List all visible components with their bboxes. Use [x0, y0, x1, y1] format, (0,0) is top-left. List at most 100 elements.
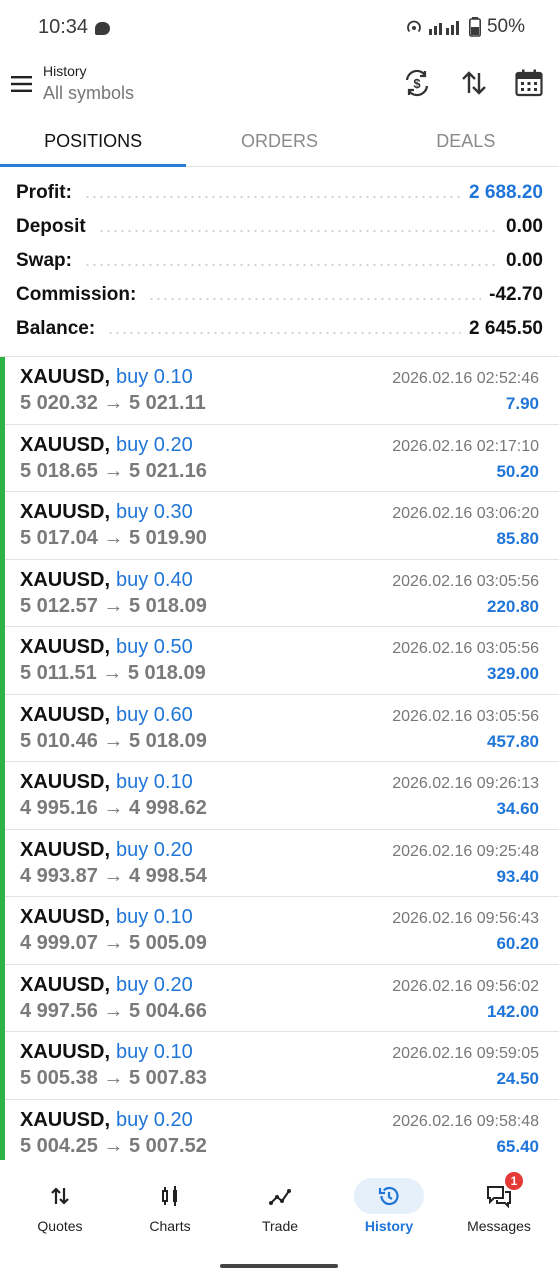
bottom-navigation: Quotes Charts Trade History 1 Messages: [0, 1160, 559, 1280]
position-prices: 5 010.46 → 5 018.09: [20, 729, 207, 752]
buy-indicator-bar: [0, 762, 5, 830]
position-row[interactable]: XAUUSD, buy 0.20 4 993.87 → 4 998.54 2026.0…: [0, 829, 559, 897]
position-symbol: XAUUSD,: [20, 366, 111, 388]
position-profit: 7.90: [505, 394, 539, 413]
status-bar: 10:34 50%: [0, 0, 559, 56]
positions-list: XAUUSD, buy 0.10 5 020.32 → 5 021.11 2026.0…: [0, 357, 559, 1167]
nav-label: Charts: [149, 1218, 191, 1234]
summary-swap-row: Swap: 0.00: [0, 244, 559, 278]
balance-value: 2 645.50: [469, 318, 543, 339]
summary-label: Commission:: [16, 284, 141, 306]
buy-indicator-bar: [0, 492, 5, 560]
hotspot-icon: [407, 20, 421, 33]
calendar-icon[interactable]: [514, 68, 544, 98]
position-time: 2026.02.16 02:52:46: [392, 370, 539, 387]
position-time: 2026.02.16 02:17:10: [392, 437, 539, 455]
app-header: History All symbols $: [0, 56, 559, 114]
position-row[interactable]: XAUUSD, buy 0.10 5 020.32 → 5 021.11 2026.0…: [0, 357, 559, 425]
dotted-leader: [107, 332, 462, 334]
position-row[interactable]: XAUUSD, buy 0.20 5 004.25 → 5 007.52 2026.0…: [0, 1099, 559, 1167]
position-profit: 34.60: [496, 799, 539, 818]
position-row[interactable]: XAUUSD, buy 0.50 5 011.51 → 5 018.09 2026.0…: [0, 627, 559, 695]
position-time: 2026.02.16 03:05:56: [392, 707, 539, 725]
position-prices: 4 995.16 → 4 998.62: [20, 797, 207, 819]
dotted-leader: [83, 196, 462, 198]
position-prices: 5 018.65 → 5 021.16: [20, 459, 207, 482]
nav-label: History: [364, 1218, 414, 1234]
position-prices: 5 012.57 → 5 018.09: [20, 594, 207, 617]
buy-indicator-bar: [0, 964, 5, 1032]
nav-icon-container: [25, 1178, 95, 1214]
nav-label: Quotes: [37, 1218, 83, 1234]
position-symbol: XAUUSD,: [20, 703, 111, 726]
buy-indicator-bar: [0, 829, 5, 897]
position-symbol: XAUUSD,: [20, 906, 111, 928]
currency-exchange-icon[interactable]: $: [402, 68, 432, 98]
position-prices: 5 011.51 → 5 018.09: [20, 662, 206, 684]
position-prices: 5 004.25 → 5 007.52: [20, 1134, 207, 1157]
position-symbol: XAUUSD,: [20, 973, 111, 996]
position-row[interactable]: XAUUSD, buy 0.10 4 999.07 → 5 005.09 2026.0…: [0, 897, 559, 965]
position-prices: 5 017.04 → 5 019.90: [20, 527, 207, 549]
tab-orders[interactable]: ORDERS: [186, 118, 372, 166]
position-profit: 457.80: [487, 731, 539, 751]
position-symbol: XAUUSD,: [20, 433, 111, 456]
summary-deposit-row: Deposit 0.00: [0, 210, 559, 244]
quotes-icon: [51, 1187, 69, 1205]
summary-profit-row: Profit: 2 688.20: [0, 176, 559, 210]
buy-indicator-bar: [0, 1099, 5, 1167]
position-profit: 50.20: [496, 461, 539, 481]
position-row[interactable]: XAUUSD, buy 0.20 4 997.56 → 5 004.66 2026.0…: [0, 964, 559, 1032]
battery-percent: 50%: [486, 16, 525, 37]
svg-text:$: $: [413, 76, 421, 91]
summary-label: Profit:: [16, 182, 76, 204]
position-row[interactable]: XAUUSD, buy 0.40 5 012.57 → 5 018.09 2026.0…: [0, 559, 559, 627]
nav-charts[interactable]: Charts: [115, 1160, 225, 1240]
buy-indicator-bar: [0, 1032, 5, 1100]
menu-icon[interactable]: [10, 72, 34, 96]
dotted-leader: [83, 264, 499, 266]
position-symbol: XAUUSD,: [20, 636, 111, 658]
position-row[interactable]: XAUUSD, buy 0.60 5 010.46 → 5 018.09 2026.0…: [0, 694, 559, 762]
position-profit: 329.00: [487, 664, 539, 683]
tab-deals[interactable]: DEALS: [373, 118, 559, 166]
buy-indicator-bar: [0, 694, 5, 762]
position-time: 2026.02.16 03:05:56: [392, 572, 539, 590]
position-type-volume: buy 0.20: [116, 1108, 193, 1131]
summary-label: Swap:: [16, 250, 76, 272]
summary-balance-row: Balance: 2 645.50: [0, 312, 559, 346]
symbol-filter[interactable]: All symbols: [43, 83, 134, 104]
history-icon: [378, 1186, 399, 1206]
position-row[interactable]: XAUUSD, buy 0.20 5 018.65 → 5 021.16 2026.0…: [0, 424, 559, 492]
nav-history[interactable]: History: [334, 1160, 444, 1240]
position-type-volume: buy 0.10: [116, 771, 193, 793]
position-time: 2026.02.16 09:59:05: [392, 1045, 539, 1062]
tab-positions[interactable]: POSITIONS: [0, 118, 187, 167]
position-row[interactable]: XAUUSD, buy 0.30 5 017.04 → 5 019.90 2026.0…: [0, 492, 559, 560]
position-type-volume: buy 0.10: [116, 906, 193, 928]
position-prices: 4 999.07 → 5 005.09: [20, 932, 207, 954]
dotted-leader: [148, 298, 482, 300]
buy-indicator-bar: [0, 357, 5, 425]
position-type-volume: buy 0.40: [116, 568, 193, 591]
position-time: 2026.02.16 09:26:13: [392, 775, 539, 792]
nav-quotes[interactable]: Quotes: [5, 1160, 115, 1240]
position-row[interactable]: XAUUSD, buy 0.10 4 995.16 → 4 998.62 2026.0…: [0, 762, 559, 830]
battery-icon: [468, 17, 481, 37]
nav-messages[interactable]: 1 Messages: [444, 1160, 554, 1240]
position-time: 2026.02.16 09:58:48: [392, 1112, 539, 1130]
position-prices: 5 020.32 → 5 021.11: [20, 392, 206, 414]
home-indicator: [220, 1264, 338, 1268]
nav-icon-container: 1: [464, 1172, 534, 1214]
status-time: 10:34: [38, 16, 89, 38]
sort-icon[interactable]: [459, 68, 489, 98]
position-profit: 65.40: [496, 1136, 539, 1156]
position-profit: 85.80: [496, 529, 539, 548]
position-row[interactable]: XAUUSD, buy 0.10 5 005.38 → 5 007.83 2026.0…: [0, 1032, 559, 1100]
profit-value: 2 688.20: [469, 182, 543, 203]
charts-icon: [162, 1186, 177, 1206]
nav-trade[interactable]: Trade: [225, 1160, 335, 1240]
nav-label: Messages: [467, 1218, 531, 1234]
buy-indicator-bar: [0, 897, 5, 965]
summary-label: Balance:: [16, 318, 100, 340]
